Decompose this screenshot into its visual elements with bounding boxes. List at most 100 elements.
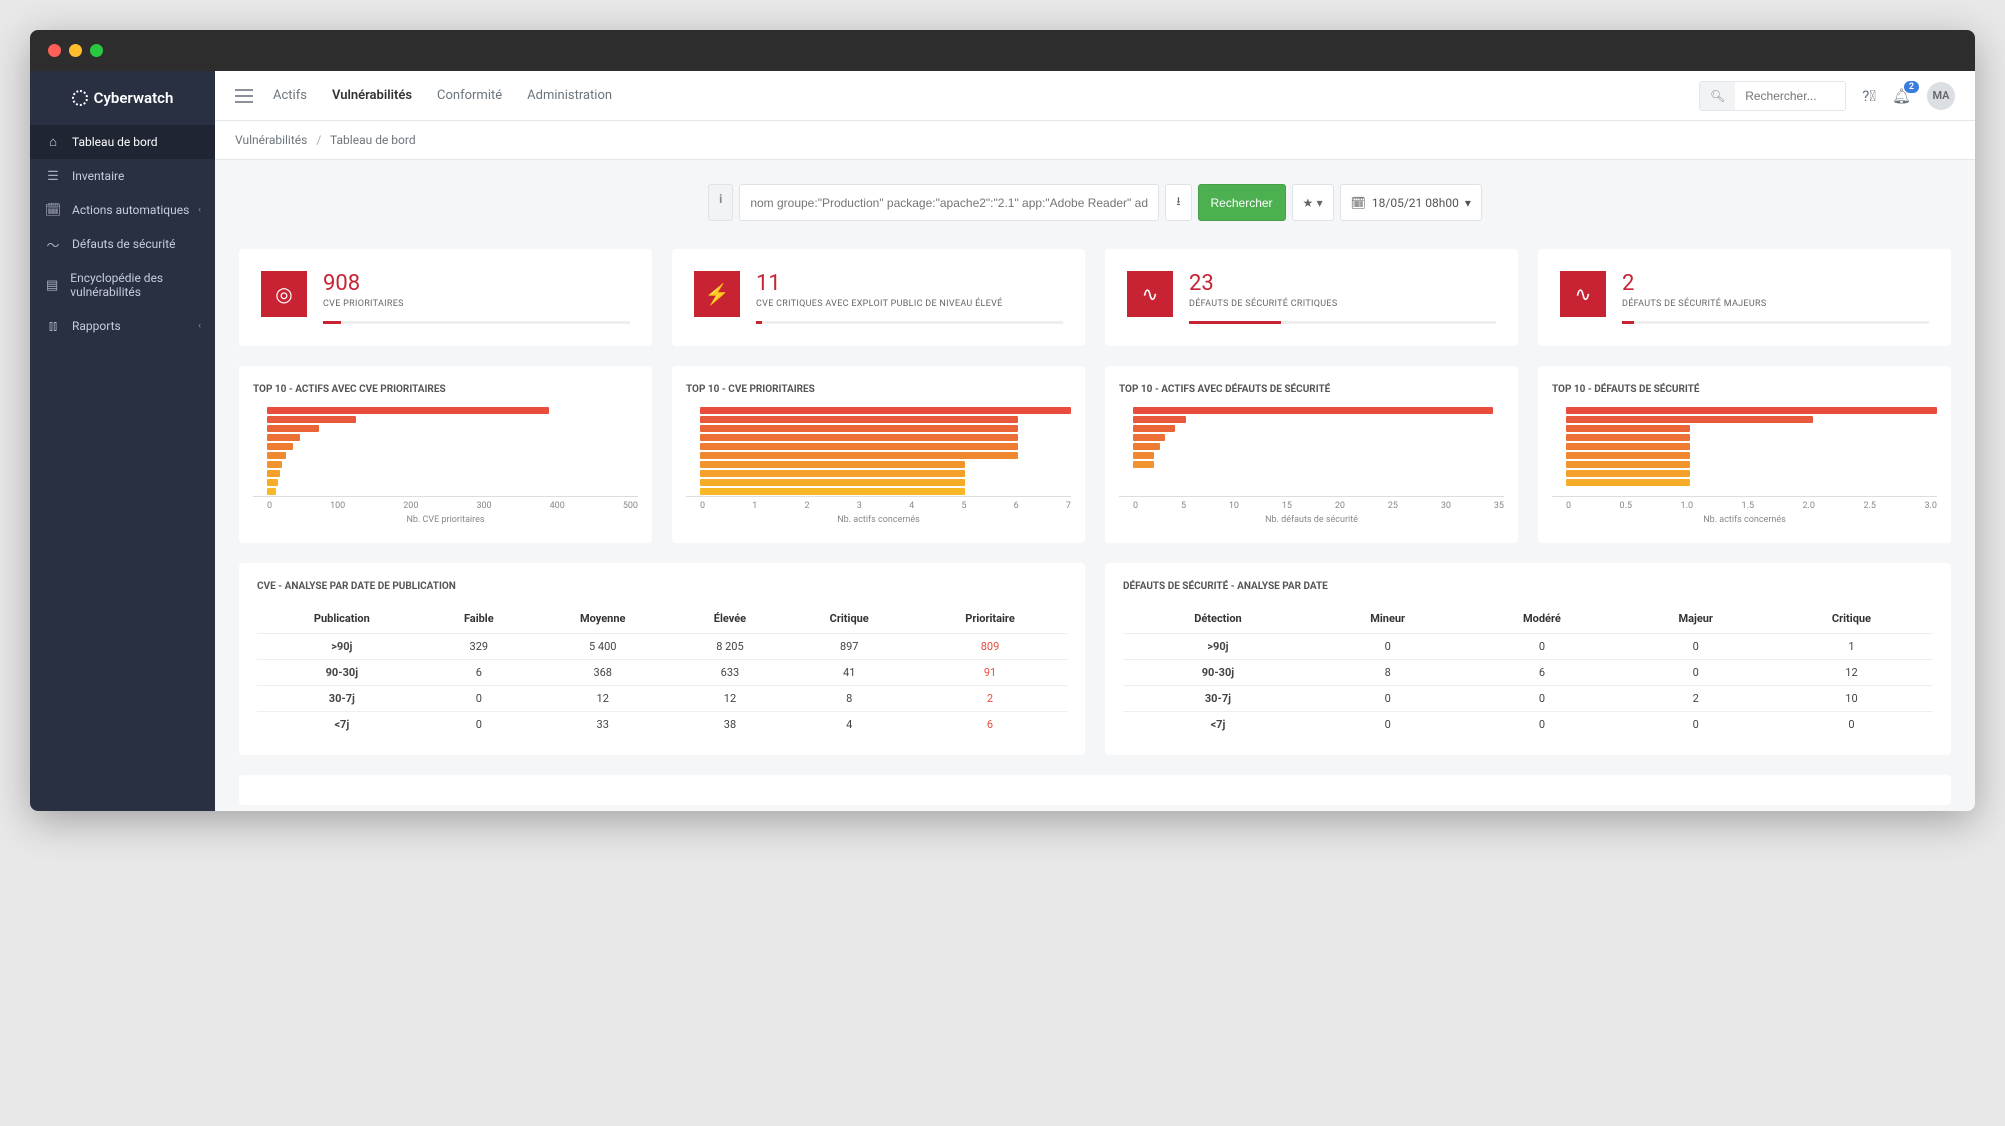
table-card-defects-analysis: DÉFAUTS DE SÉCURITÉ - ANALYSE PAR DATE D… xyxy=(1105,563,1951,755)
chart-plot-area xyxy=(686,407,1071,492)
table-title: CVE - ANALYSE PAR DATE DE PUBLICATION xyxy=(257,581,1067,592)
notifications-button[interactable]: 🔔︎2 xyxy=(1892,87,1911,105)
table-row: 30-7j0121282 xyxy=(257,685,1067,711)
user-avatar[interactable]: MA xyxy=(1927,82,1955,110)
filter-upload-button[interactable]: ⭳ xyxy=(1165,184,1191,221)
sidebar-item-dashboard[interactable]: ⌂ Tableau de bord xyxy=(30,125,215,159)
help-icon[interactable]: ?⃝ xyxy=(1862,87,1876,105)
table-cell: 38 xyxy=(675,711,786,737)
chart-card[interactable]: TOP 10 - ACTIFS AVEC CVE PRIORITAIRES010… xyxy=(239,366,652,543)
kpi-card-security-defects-major[interactable]: ∿ 2 DÉFAUTS DE SÉCURITÉ MAJEURS xyxy=(1538,249,1951,346)
table-cell: 0 xyxy=(1770,711,1933,737)
kpi-card-security-defects-critical[interactable]: ∿ 23 DÉFAUTS DE SÉCURITÉ CRITIQUES xyxy=(1105,249,1518,346)
book-icon: ▤ xyxy=(46,278,58,292)
kpi-card-cve-critical-exploit[interactable]: ⚡ 11 CVE CRITIQUES AVEC EXPLOIT PUBLIC D… xyxy=(672,249,1085,346)
menu-toggle-button[interactable] xyxy=(235,89,253,103)
topbar: Actifs Vulnérabilités Conformité Adminis… xyxy=(215,71,1975,121)
sidebar-item-label: Tableau de bord xyxy=(72,135,158,149)
table-header: Élevée xyxy=(675,604,786,634)
chart-plot-area xyxy=(1119,407,1504,492)
topnav-item-assets[interactable]: Actifs xyxy=(273,88,307,103)
chart-bar xyxy=(1133,434,1165,441)
filter-query-input[interactable] xyxy=(739,184,1159,221)
sidebar-item-reports[interactable]: ⫾⫾ Rapports ‹ xyxy=(30,309,215,343)
axis-tick: 20 xyxy=(1335,501,1345,511)
topnav-item-administration[interactable]: Administration xyxy=(527,88,612,103)
bars-icon: ⫾⫾ xyxy=(46,319,60,333)
table-row: >90j0001 xyxy=(1123,633,1933,659)
search-input[interactable] xyxy=(1735,82,1845,110)
table-cell: 0 xyxy=(427,685,531,711)
chart-bar xyxy=(267,443,293,450)
chart-card[interactable]: TOP 10 - DÉFAUTS DE SÉCURITÉ00.51.01.52.… xyxy=(1538,366,1951,543)
breadcrumb-parent[interactable]: Vulnérabilités xyxy=(235,133,307,147)
kpi-progress xyxy=(323,321,630,324)
chart-bar xyxy=(700,416,1018,423)
chart-title: TOP 10 - CVE PRIORITAIRES xyxy=(686,384,1071,395)
table-cell: 897 xyxy=(785,633,913,659)
kpi-progress xyxy=(756,321,1063,324)
chart-bar xyxy=(700,407,1071,414)
sidebar-item-inventory[interactable]: ☰ Inventaire xyxy=(30,159,215,193)
filter-favorite-button[interactable]: ★ ▾ xyxy=(1292,184,1334,221)
axis-tick: 2.0 xyxy=(1803,501,1816,511)
axis-tick: 200 xyxy=(403,501,418,511)
sidebar-item-security-defects[interactable]: 〜 Défauts de sécurité xyxy=(30,227,215,261)
table-cell: 6 xyxy=(913,711,1067,737)
table-header: Modéré xyxy=(1462,604,1621,634)
axis-tick: 15 xyxy=(1282,501,1292,511)
filter-search-button[interactable]: Rechercher xyxy=(1198,184,1286,221)
table-cell: 2 xyxy=(913,685,1067,711)
chart-x-label: Nb. actifs concernés xyxy=(1552,515,1937,525)
topnav-item-vulnerabilities[interactable]: Vulnérabilités xyxy=(332,88,412,103)
pulse-icon: ∿ xyxy=(1127,271,1173,317)
table-cell: 8 xyxy=(785,685,913,711)
filter-bar: i ⭳ Rechercher ★ ▾ 🗓︎ 18/05/21 08h00 ▾ xyxy=(239,184,1951,221)
sidebar-item-automatic-actions[interactable]: 🗓︎ Actions automatiques ‹ xyxy=(30,193,215,227)
kpi-progress xyxy=(1189,321,1496,324)
chart-bar xyxy=(267,434,300,441)
table-cell: >90j xyxy=(1123,633,1313,659)
table-row: <7j0000 xyxy=(1123,711,1933,737)
filter-date-picker[interactable]: 🗓︎ 18/05/21 08h00 ▾ xyxy=(1340,184,1482,221)
home-icon: ⌂ xyxy=(46,135,60,149)
table-cell: 41 xyxy=(785,659,913,685)
window-close-button[interactable] xyxy=(48,44,61,57)
axis-tick: 500 xyxy=(623,501,638,511)
brand[interactable]: Cyberwatch xyxy=(30,71,215,125)
chart-card[interactable]: TOP 10 - CVE PRIORITAIRES 01234567 Nb. act… xyxy=(672,366,1085,543)
notification-badge: 2 xyxy=(1904,81,1919,93)
chart-card[interactable]: TOP 10 - ACTIFS AVEC DÉFAUTS DE SÉCURITÉ… xyxy=(1105,366,1518,543)
sidebar-item-encyclopedia[interactable]: ▤ Encyclopédie des vulnérabilités xyxy=(30,261,215,309)
kpi-progress xyxy=(1622,321,1929,324)
topnav-item-compliance[interactable]: Conformité xyxy=(437,88,502,103)
table-row: 90-30j86012 xyxy=(1123,659,1933,685)
chart-x-label: Nb. CVE prioritaires xyxy=(253,515,638,525)
chart-bar xyxy=(267,416,356,423)
filter-info-button[interactable]: i xyxy=(708,184,733,221)
chart-x-label: Nb. défauts de sécurité xyxy=(1119,515,1504,525)
chart-bar xyxy=(700,443,1018,450)
chart-bar xyxy=(700,488,965,495)
window-minimize-button[interactable] xyxy=(69,44,82,57)
table-cell: 5 400 xyxy=(531,633,675,659)
chart-x-axis: 05101520253035 xyxy=(1119,496,1504,511)
search-icon: 🔍︎ xyxy=(1700,82,1735,110)
table-cell: 809 xyxy=(913,633,1067,659)
axis-tick: 300 xyxy=(476,501,491,511)
kpi-label: DÉFAUTS DE SÉCURITÉ MAJEURS xyxy=(1622,298,1929,311)
window-maximize-button[interactable] xyxy=(90,44,103,57)
chart-bar xyxy=(1566,479,1690,486)
sidebar-item-label: Encyclopédie des vulnérabilités xyxy=(70,271,199,299)
table-cell: 0 xyxy=(1313,711,1463,737)
table-cell: 4 xyxy=(785,711,913,737)
kpi-card-cve-priority[interactable]: ◎ 908 CVE PRIORITAIRES xyxy=(239,249,652,346)
table-cell: >90j xyxy=(257,633,427,659)
breadcrumb: Vulnérabilités / Tableau de bord xyxy=(215,121,1975,160)
global-search[interactable]: 🔍︎ xyxy=(1699,81,1846,111)
cve-analysis-table: PublicationFaibleMoyenneÉlevéeCritiquePr… xyxy=(257,604,1067,737)
chart-x-axis: 01234567 xyxy=(686,496,1071,511)
chart-x-label: Nb. actifs concernés xyxy=(686,515,1071,525)
table-cell: 91 xyxy=(913,659,1067,685)
app-window: Cyberwatch ⌂ Tableau de bord ☰ Inventair… xyxy=(30,30,1975,811)
